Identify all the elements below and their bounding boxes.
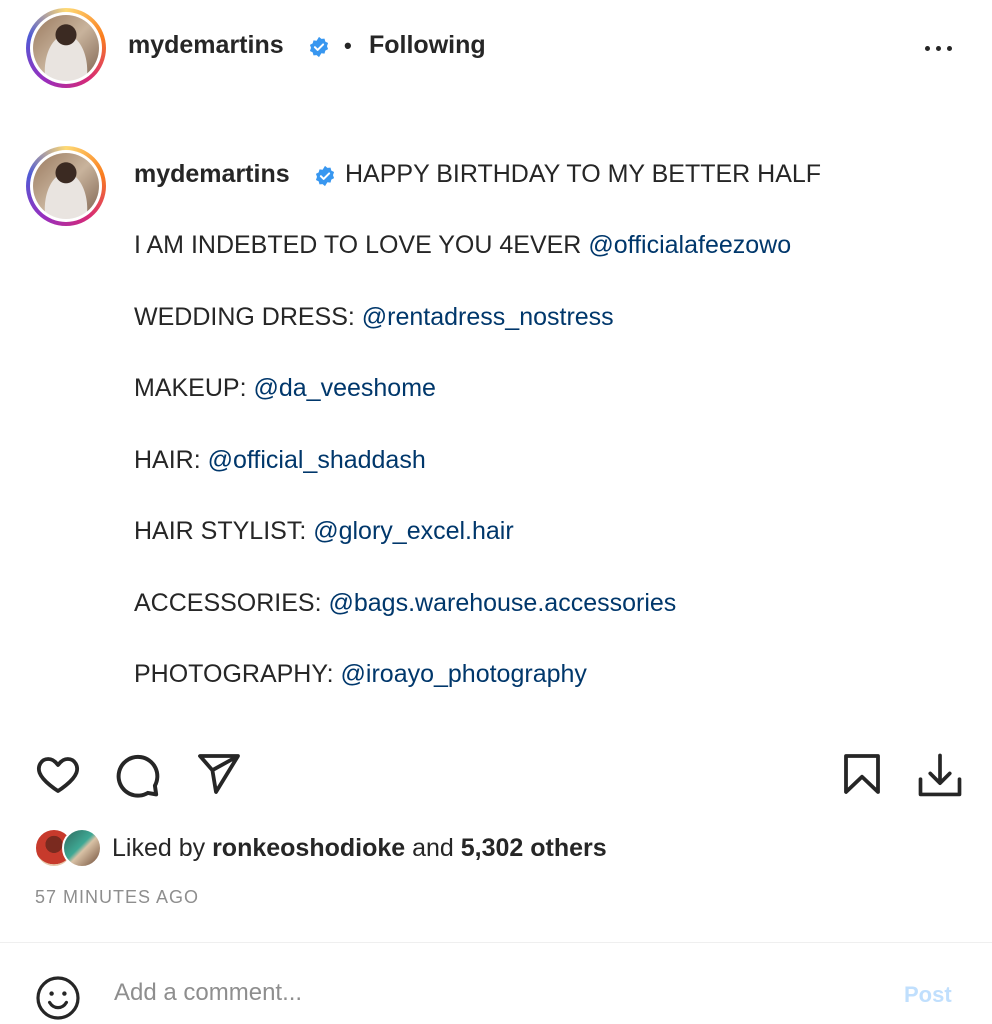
download-icon[interactable] [914,750,966,802]
caption-line: ACCESSORIES: @bags.warehouse.accessories [134,589,677,617]
verified-badge-icon [309,36,329,58]
caption-username[interactable]: mydemartins [134,160,290,189]
post-timestamp: 57 MINUTES AGO [35,887,200,907]
emoji-icon[interactable] [34,974,82,1022]
caption-line: I AM INDEBTED TO LOVE YOU 4EVER @officia… [134,231,792,259]
likes-count[interactable]: 5,302 others [461,834,607,862]
mention-link[interactable]: @bags.warehouse.accessories [329,589,677,617]
caption-line: PHOTOGRAPHY: @iroayo_photography [134,660,587,688]
avatar-photo [33,153,99,219]
post-comment-button[interactable]: Post [904,982,952,1008]
mention-link[interactable]: @da_veeshome [253,374,435,402]
mention-link[interactable]: @official_shaddash [208,446,426,474]
mention-link[interactable]: @glory_excel.hair [313,517,513,545]
comment-input[interactable] [112,978,876,1008]
comment-bar: Post [0,960,992,1024]
verified-badge-icon [315,165,335,187]
share-icon[interactable] [194,750,242,798]
mention-link[interactable]: @officialafeezowo [588,231,791,259]
bookmark-icon[interactable] [838,750,886,798]
heart-icon[interactable] [34,750,82,798]
avatar-photo [33,15,99,81]
likes-row: Liked by ronkeoshodioke and 5,302 others [32,826,932,870]
separator-dot: • [344,33,352,58]
divider [0,942,992,943]
caption-author-avatar[interactable] [26,146,106,226]
header-username[interactable]: mydemartins [128,31,284,60]
mention-link[interactable]: @rentadress_nostress [362,303,614,331]
caption-line: HAIR STYLIST: @glory_excel.hair [134,517,514,545]
mention-link[interactable]: @iroayo_photography [341,660,587,688]
likes-summary[interactable]: Liked by ronkeoshodioke and 5,302 others [112,834,607,863]
author-avatar[interactable] [26,8,106,88]
liker-avatar[interactable] [62,828,102,868]
comment-icon[interactable] [112,750,162,800]
caption-line: WEDDING DRESS: @rentadress_nostress [134,303,614,331]
following-button[interactable]: Following [369,31,486,60]
caption-line: HAPPY BIRTHDAY TO MY BETTER HALF [345,160,822,188]
caption-line: HAIR: @official_shaddash [134,446,426,474]
liker-username[interactable]: ronkeoshodioke [212,834,405,862]
action-bar [0,750,992,800]
more-options-icon[interactable] [918,38,958,58]
post-header: mydemartins • Following [0,0,992,96]
caption-line: MAKEUP: @da_veeshome [134,374,436,402]
